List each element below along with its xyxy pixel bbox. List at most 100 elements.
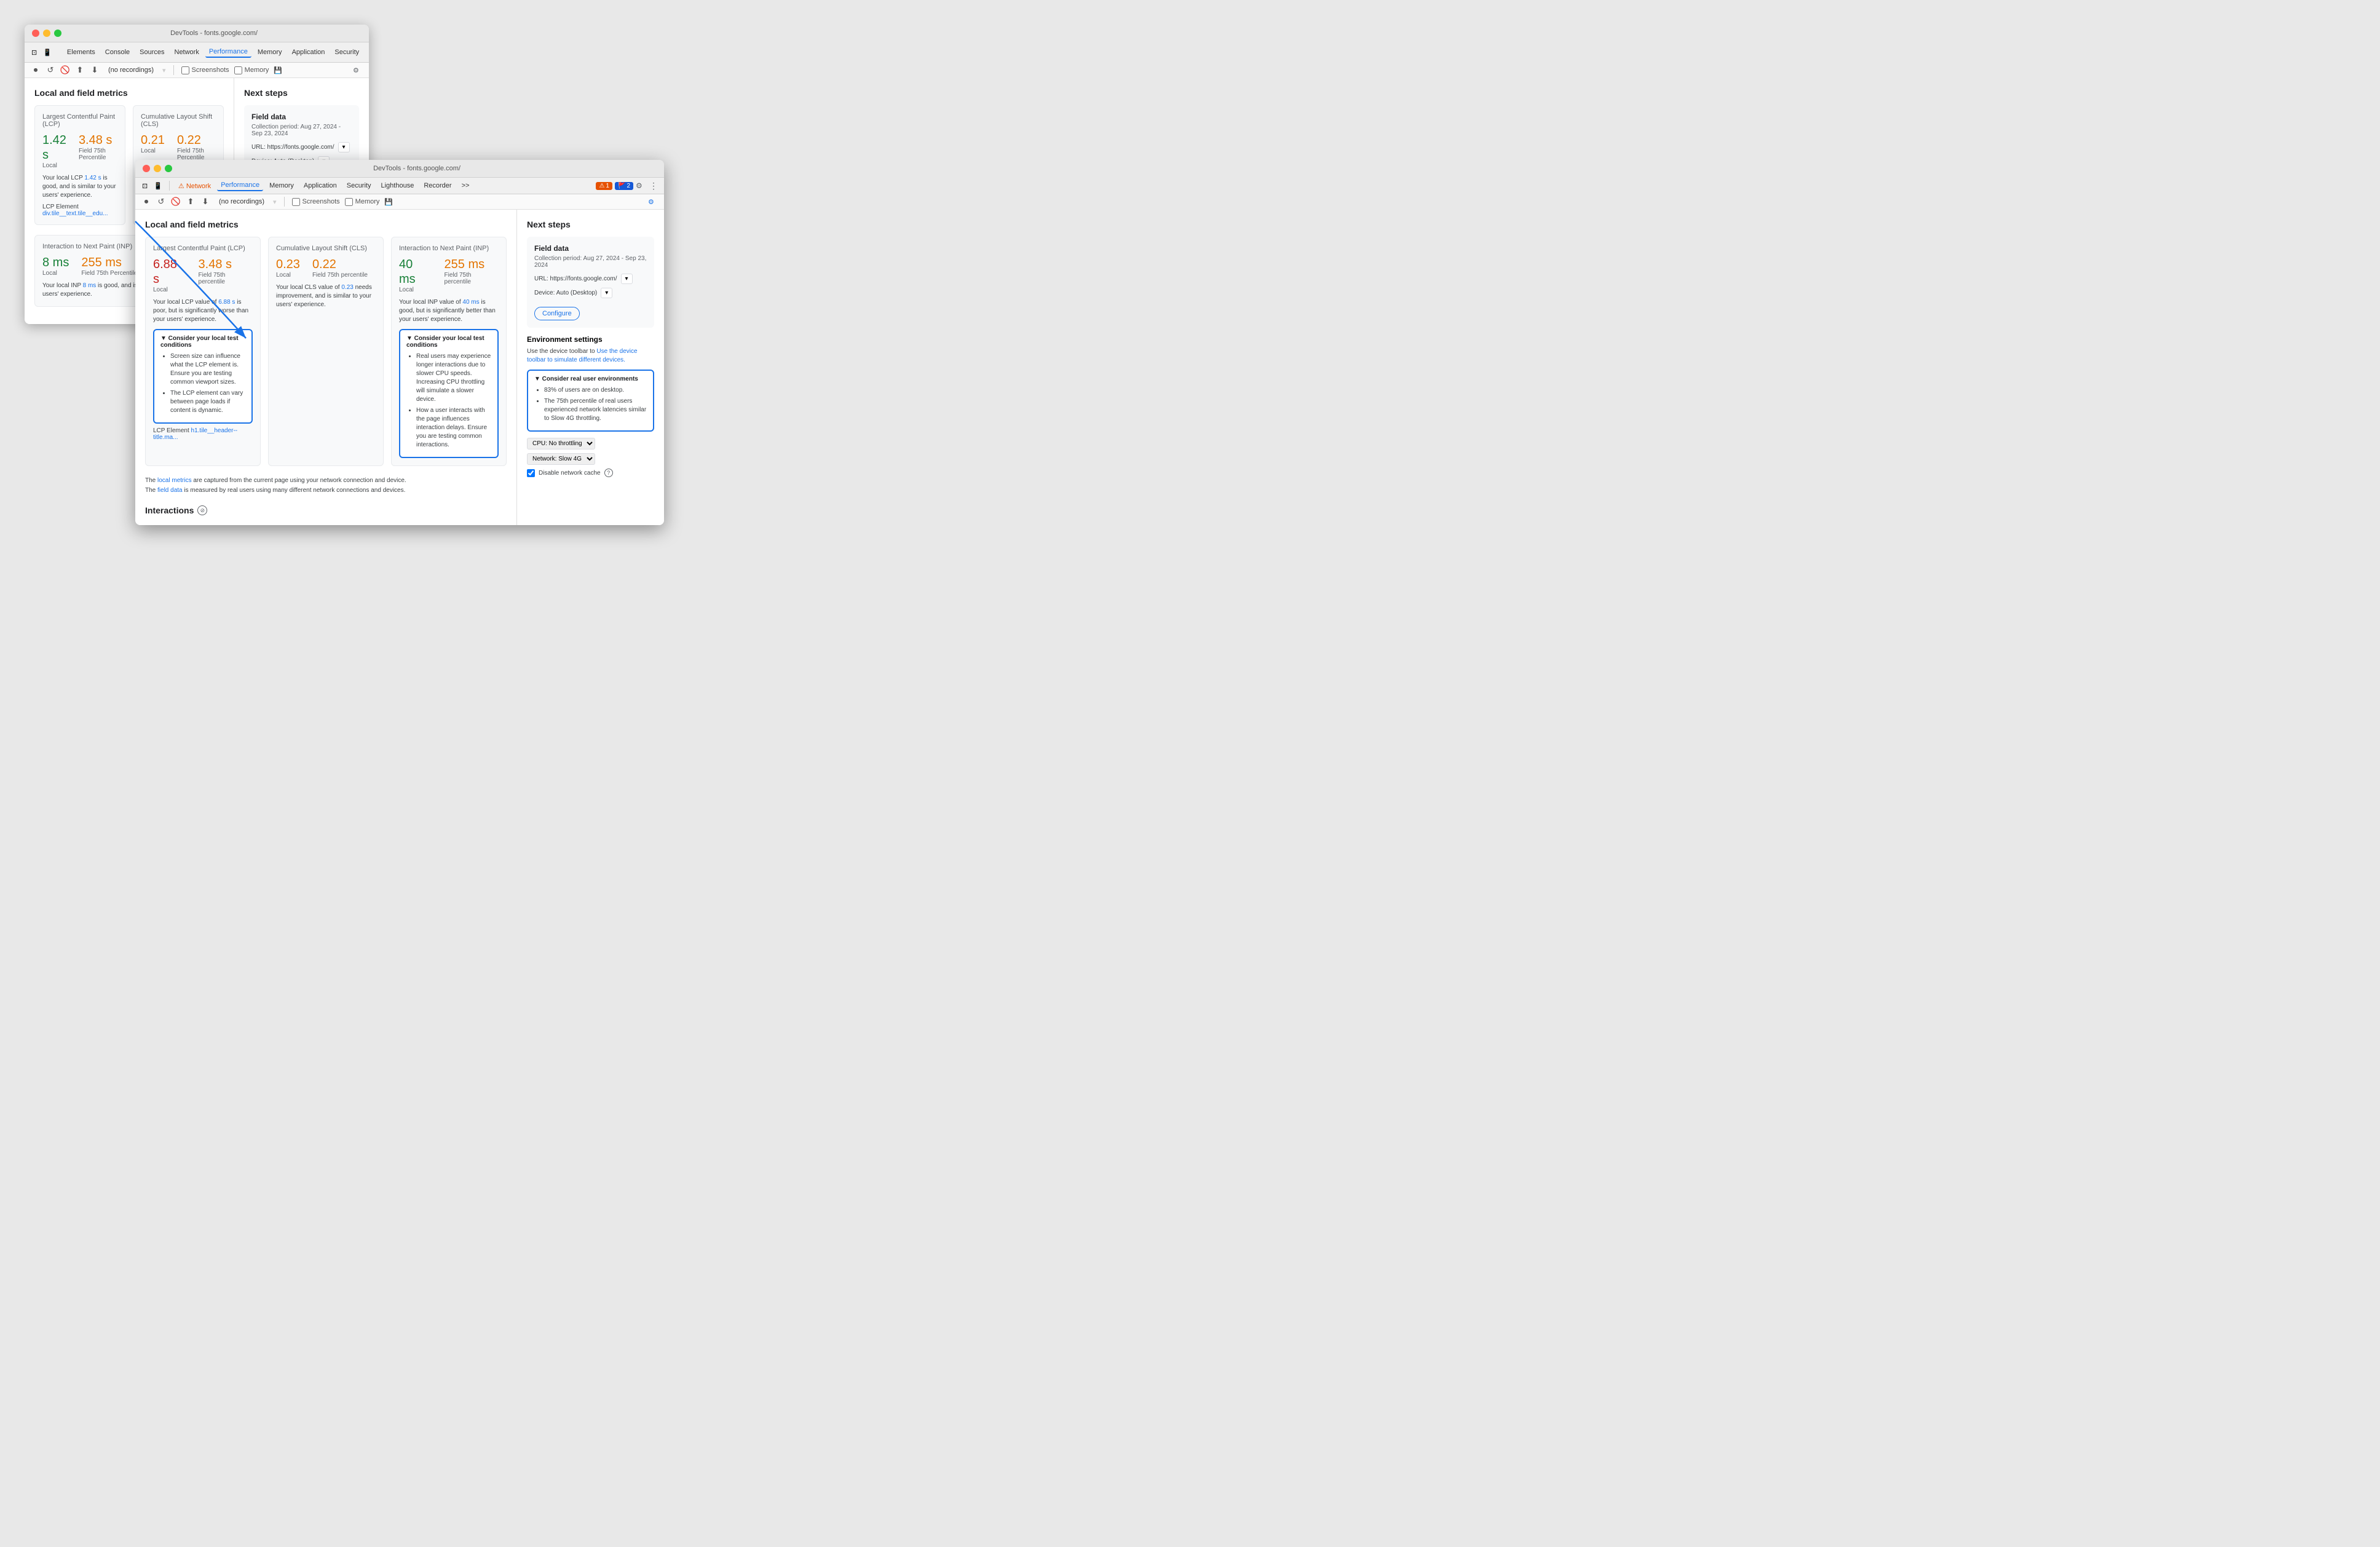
fg-disable-cache-help[interactable]: ? <box>604 469 613 477</box>
fg-tab-recorder[interactable]: Recorder <box>420 181 455 191</box>
fg-refresh-btn[interactable]: ↺ <box>156 197 166 207</box>
fg-tab-network[interactable]: ⚠ Network <box>175 181 215 191</box>
fg-main-content: Local and field metrics Largest Contentf… <box>135 210 664 525</box>
fg-inp-consider-item-1: Real users may experience longer interac… <box>416 352 491 404</box>
bg-tab-memory[interactable]: Memory <box>254 47 286 57</box>
bg-lcp-title: Largest Contentful Paint (LCP) <box>42 113 117 128</box>
fg-next-steps-title: Next steps <box>527 220 654 229</box>
bg-url-row: URL: https://fonts.google.com/ ▾ <box>251 142 352 152</box>
fg-real-env-consider-title[interactable]: ▼ Consider real user environments <box>534 376 647 382</box>
fg-tab-security[interactable]: Security <box>343 181 375 191</box>
bg-clear-btn[interactable]: 🚫 <box>60 65 70 75</box>
bg-inp-field: 255 ms Field 75th Percentile <box>81 255 137 277</box>
fg-lcp-value-link[interactable]: 6.88 s <box>218 299 235 306</box>
bg-device-icon[interactable]: 📱 <box>41 47 53 58</box>
fg-disable-cache-row: Disable network cache ? <box>527 469 654 477</box>
fg-cls-value-link[interactable]: 0.23 <box>341 284 353 291</box>
fg-record-btn[interactable]: ⏺ <box>141 197 151 207</box>
bg-inspect-icon[interactable]: ⊡ <box>30 47 39 58</box>
bg-cls-field: 0.22 Field 75th Percentile <box>177 133 216 161</box>
bg-rec-gear-icon[interactable]: ⚙ <box>353 65 363 75</box>
fg-lcp-consider: ▼ Consider your local test conditions Sc… <box>153 329 253 424</box>
fg-interactions-title: Interactions <box>145 505 194 515</box>
fg-tab-lighthouse[interactable]: Lighthouse <box>377 181 417 191</box>
fg-tab-memory[interactable]: Memory <box>266 181 298 191</box>
bg-inp-local-label: Local <box>42 270 69 277</box>
fg-inspect-icon[interactable]: ⊡ <box>140 181 149 191</box>
fg-cpu-select[interactable]: CPU: No throttling 4x slowdown 6x slowdo… <box>527 438 595 449</box>
bg-tab-console[interactable]: Console <box>101 47 133 57</box>
bg-screenshots-checkbox[interactable] <box>181 66 189 74</box>
bg-lcp-element-link[interactable]: div.tile__text.tile__edu... <box>42 210 108 217</box>
bg-tab-elements[interactable]: Elements <box>63 47 99 57</box>
fg-tab-performance[interactable]: Performance <box>217 180 263 191</box>
fg-inp-value-link[interactable]: 40 ms <box>462 299 479 306</box>
fg-upload-btn[interactable]: ⬆ <box>186 197 196 207</box>
fg-field-data-link[interactable]: field data <box>157 487 183 494</box>
fg-settings-icon[interactable]: ⚙ <box>636 181 646 191</box>
fg-network-select[interactable]: Network: Slow 4G No throttling Fast 4G <box>527 453 595 465</box>
bg-section-title: Local and field metrics <box>34 88 224 98</box>
fg-footer-text: The local metrics are captured from the … <box>145 476 507 496</box>
fg-inp-consider-item-2: How a user interacts with the page influ… <box>416 406 491 449</box>
bg-minimize-button[interactable] <box>43 30 50 37</box>
bg-memory-label[interactable]: Memory <box>234 66 269 74</box>
fg-device-dropdown[interactable]: ▾ <box>601 288 612 298</box>
bg-cls-local-value: 0.21 <box>141 133 165 148</box>
fg-tab-more[interactable]: >> <box>458 181 473 191</box>
fg-disable-cache-label: Disable network cache <box>539 470 601 477</box>
fg-local-metrics-link[interactable]: local metrics <box>157 477 192 484</box>
fg-lcp-consider-item-1: Screen size can influence what the LCP e… <box>170 352 245 387</box>
bg-lcp-link[interactable]: 1.42 s <box>84 175 101 181</box>
fg-no-recordings: (no recordings) <box>215 197 268 207</box>
fg-download-btn[interactable]: ⬇ <box>200 197 210 207</box>
fg-memory-label[interactable]: Memory <box>345 198 380 206</box>
bg-lcp-values: 1.42 s Local 3.48 s Field 75th Percentil… <box>42 133 117 169</box>
bg-download-btn[interactable]: ⬇ <box>90 65 100 75</box>
bg-upload-btn[interactable]: ⬆ <box>75 65 85 75</box>
fg-tab-application[interactable]: Application <box>300 181 341 191</box>
fg-inp-values: 40 ms Local 255 ms Field 75th percentile <box>399 257 499 293</box>
fg-clear-btn[interactable]: 🚫 <box>171 197 181 207</box>
fg-rec-toolbar: ⏺ ↺ 🚫 ⬆ ⬇ (no recordings) ▾ Screenshots … <box>135 194 664 210</box>
fg-device-icon[interactable]: 📱 <box>152 181 164 191</box>
bg-memory-checkbox[interactable] <box>234 66 242 74</box>
bg-inp-field-value: 255 ms <box>81 255 137 270</box>
fg-url-dropdown[interactable]: ▾ <box>621 274 633 284</box>
bg-tab-more[interactable]: >> <box>365 47 369 57</box>
bg-url-dropdown[interactable]: ▾ <box>338 142 350 152</box>
fg-configure-btn[interactable]: Configure <box>534 307 580 320</box>
fg-more-icon[interactable]: ⋮ <box>648 181 659 191</box>
fg-screenshots-checkbox[interactable] <box>292 198 300 206</box>
fg-warning-badge: ⚠ 1 <box>596 182 612 190</box>
bg-tab-network[interactable]: Network <box>171 47 203 57</box>
fg-close-button[interactable] <box>143 165 150 172</box>
fg-screenshots-label[interactable]: Screenshots <box>292 198 340 206</box>
bg-tab-sources[interactable]: Sources <box>136 47 168 57</box>
fg-disable-cache-checkbox[interactable] <box>527 469 535 477</box>
fg-lcp-local: 6.88 s Local <box>153 257 186 293</box>
fg-env-title: Environment settings <box>527 335 654 344</box>
bg-maximize-button[interactable] <box>54 30 61 37</box>
fg-rec-gear-icon[interactable]: ⚙ <box>648 197 658 207</box>
fg-simulate-link[interactable]: Use the device toolbar to simulate diffe… <box>527 348 638 363</box>
bg-tab-application[interactable]: Application <box>288 47 329 57</box>
bg-screenshots-label[interactable]: Screenshots <box>181 66 229 74</box>
bg-tab-security[interactable]: Security <box>331 47 363 57</box>
fg-inp-consider-title[interactable]: ▼ Consider your local test conditions <box>406 335 491 349</box>
fg-minimize-button[interactable] <box>154 165 161 172</box>
bg-tab-performance[interactable]: Performance <box>205 47 251 58</box>
fg-lcp-consider-title[interactable]: ▼ Consider your local test conditions <box>160 335 245 349</box>
fg-lcp-desc: Your local LCP value of 6.88 s is poor, … <box>153 298 253 324</box>
bg-close-button[interactable] <box>32 30 39 37</box>
fg-inp-title: Interaction to Next Paint (INP) <box>399 245 499 252</box>
fg-memory-checkbox[interactable] <box>345 198 353 206</box>
fg-maximize-button[interactable] <box>165 165 172 172</box>
fg-field-data-section: Field data Collection period: Aug 27, 20… <box>527 237 654 328</box>
bg-refresh-btn[interactable]: ↺ <box>45 65 55 75</box>
fg-badge-row: ⚠ 1 🚩 2 ⚙ ⋮ <box>596 181 659 191</box>
bg-inp-link[interactable]: 8 ms <box>83 282 97 289</box>
fg-inp-field-label: Field 75th percentile <box>445 272 499 285</box>
bg-lcp-local: 1.42 s Local <box>42 133 66 169</box>
bg-record-btn[interactable]: ⏺ <box>31 65 41 75</box>
